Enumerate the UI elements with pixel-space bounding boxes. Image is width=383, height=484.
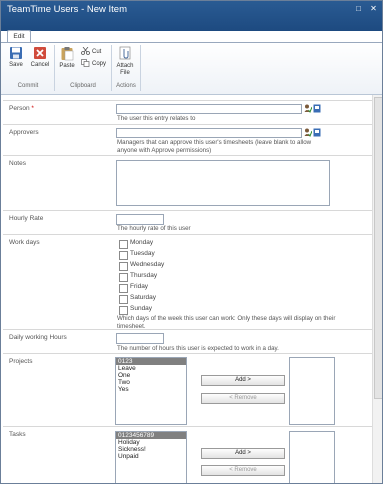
- copy-label: Copy: [92, 61, 107, 67]
- list-item[interactable]: Holiday: [116, 439, 186, 446]
- attach-file-label: Attach File: [116, 63, 134, 76]
- field-notes: Notes: [3, 155, 380, 211]
- copy-icon: [81, 59, 90, 69]
- field-daily-working-hours: Daily working Hours The number of hours …: [3, 329, 380, 354]
- daily-hours-description: The number of hours this user is expecte…: [117, 345, 279, 352]
- clipboard-icon: [57, 46, 77, 63]
- checkbox-monday[interactable]: [119, 240, 128, 249]
- dialog-window: TeamTime Users - New Item □ ✕ Edit Save …: [0, 0, 383, 484]
- vertical-scrollbar[interactable]: [372, 95, 382, 483]
- hourly-rate-input[interactable]: [116, 214, 164, 225]
- projects-label: Projects: [9, 358, 33, 365]
- save-label: Save: [9, 62, 23, 68]
- address-book-icon[interactable]: [313, 104, 321, 113]
- checkbox-label-thursday: Thursday: [130, 272, 158, 279]
- projects-available-list[interactable]: 0123 Leave One Two Yes: [115, 357, 187, 425]
- checkbox-label-tuesday: Tuesday: [130, 250, 155, 257]
- notes-label: Notes: [9, 160, 26, 167]
- list-item[interactable]: Unpaid: [116, 453, 186, 460]
- scrollbar-thumb[interactable]: [374, 97, 382, 399]
- person-description: The user this entry relates to: [117, 115, 196, 122]
- list-item[interactable]: Sickness!: [116, 446, 186, 453]
- attach-file-button[interactable]: Attach File: [114, 46, 136, 77]
- maximize-icon[interactable]: □: [354, 4, 363, 13]
- checkbox-label-friday: Friday: [130, 283, 149, 290]
- work-days-label: Work days: [9, 239, 40, 246]
- list-item[interactable]: Yes: [116, 386, 186, 393]
- tasks-add-button[interactable]: Add >: [201, 448, 285, 459]
- projects-add-button[interactable]: Add >: [201, 375, 285, 386]
- field-tasks: Tasks 0123456789 Holiday Sickness! Unpai…: [3, 426, 380, 483]
- save-button[interactable]: Save: [6, 46, 26, 68]
- checkbox-label-saturday: Saturday: [130, 294, 157, 301]
- check-names-icon[interactable]: [304, 128, 313, 138]
- projects-remove-button[interactable]: < Remove: [201, 393, 285, 404]
- required-marker: *: [31, 105, 34, 112]
- address-book-icon[interactable]: [313, 128, 321, 137]
- check-names-icon[interactable]: [304, 104, 313, 114]
- group-label-actions: Actions: [116, 83, 136, 89]
- cancel-icon: [29, 46, 51, 62]
- floppy-disk-icon: [6, 46, 26, 62]
- list-item[interactable]: 0123: [116, 358, 186, 365]
- field-work-days: Work days Monday Tuesday Wednesday Thurs…: [3, 234, 380, 330]
- field-hourly-rate: Hourly Rate The hourly rate of this user: [3, 210, 380, 235]
- hourly-rate-description: The hourly rate of this user: [117, 225, 191, 232]
- list-item[interactable]: Two: [116, 379, 186, 386]
- cut-label: Cut: [92, 49, 102, 55]
- hourly-rate-label: Hourly Rate: [9, 215, 44, 222]
- checkbox-label-wednesday: Wednesday: [130, 261, 165, 268]
- copy-button[interactable]: Copy: [81, 59, 106, 69]
- tasks-remove-button[interactable]: < Remove: [201, 465, 285, 476]
- person-input[interactable]: [116, 104, 302, 114]
- close-icon[interactable]: ✕: [369, 4, 378, 13]
- person-picker-buttons: [304, 104, 321, 114]
- checkbox-tuesday[interactable]: [119, 251, 128, 260]
- daily-hours-input[interactable]: [116, 333, 164, 344]
- field-projects: Projects 0123 Leave One Two Yes Add > < …: [3, 353, 380, 427]
- scissors-icon: [81, 46, 90, 57]
- list-item[interactable]: One: [116, 372, 186, 379]
- cut-button[interactable]: Cut: [81, 46, 102, 57]
- checkbox-wednesday[interactable]: [119, 262, 128, 271]
- ribbon: Save Cancel Commit Paste Cut Copy Clipbo…: [1, 42, 382, 95]
- projects-selected-list[interactable]: [289, 357, 335, 425]
- list-item[interactable]: 0123456789: [116, 432, 186, 439]
- person-label: Person *: [9, 105, 34, 112]
- approvers-label: Approvers: [9, 129, 39, 136]
- checkbox-saturday[interactable]: [119, 295, 128, 304]
- group-label-clipboard: Clipboard: [70, 83, 96, 89]
- notes-textarea[interactable]: [116, 160, 330, 206]
- checkbox-label-monday: Monday: [130, 239, 154, 246]
- cancel-button[interactable]: Cancel: [29, 46, 51, 68]
- tasks-label: Tasks: [9, 431, 26, 438]
- daily-hours-label: Daily working Hours: [9, 334, 67, 341]
- group-label-commit: Commit: [17, 83, 39, 89]
- paste-button[interactable]: Paste: [57, 46, 77, 69]
- checkbox-sunday[interactable]: [119, 306, 128, 315]
- field-person: Person * The user this entry relates to: [3, 100, 380, 125]
- title-bar: TeamTime Users - New Item □ ✕: [1, 1, 382, 31]
- cancel-label: Cancel: [30, 62, 50, 68]
- window-title: TeamTime Users - New Item: [7, 4, 127, 15]
- field-approvers: Approvers Managers that can approve this…: [3, 124, 380, 156]
- checkbox-friday[interactable]: [119, 284, 128, 293]
- tasks-selected-list[interactable]: [289, 431, 335, 483]
- list-item[interactable]: Leave: [116, 365, 186, 372]
- tasks-available-list[interactable]: 0123456789 Holiday Sickness! Unpaid: [115, 431, 187, 483]
- paste-label: Paste: [59, 63, 75, 69]
- checkbox-label-sunday: Sunday: [130, 305, 153, 312]
- approvers-picker-buttons: [304, 128, 321, 138]
- paperclip-icon: [114, 46, 136, 63]
- approvers-description: Managers that can approve this user's ti…: [117, 139, 312, 154]
- approvers-input[interactable]: [116, 128, 302, 138]
- group-divider: [140, 45, 141, 91]
- checkbox-thursday[interactable]: [119, 273, 128, 282]
